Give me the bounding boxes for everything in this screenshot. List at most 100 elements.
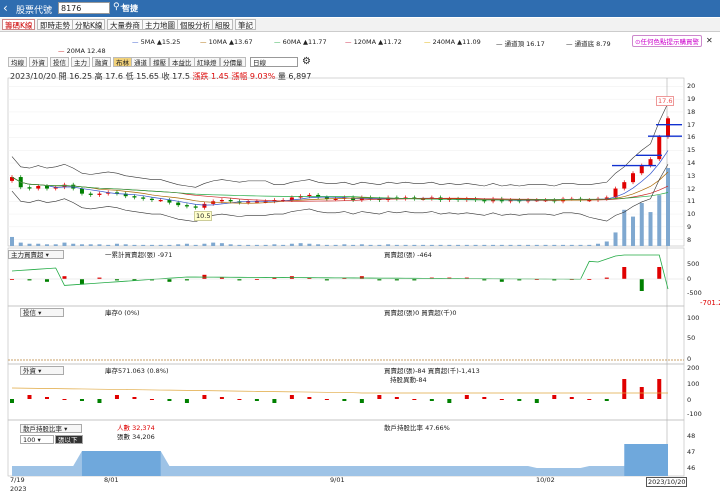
p3-y-4: -100 — [687, 410, 702, 418]
foreign-bar — [342, 399, 347, 401]
volume-bar — [202, 243, 207, 246]
panel3-sub-label: 持股異動-84 — [390, 376, 427, 384]
volume-bar — [289, 243, 294, 246]
main-force-bar — [622, 267, 627, 279]
volume-bar — [613, 232, 618, 246]
volume-bar — [412, 244, 417, 246]
p4-y-3: 46 — [687, 464, 696, 472]
panel1-day-label: 買賣超(張) -464 — [384, 251, 432, 259]
foreign-bar — [377, 395, 382, 399]
panel4-ratio: 散戶持股比率 47.66% — [384, 424, 450, 432]
price-tick: 13 — [687, 171, 696, 180]
volume-bar — [394, 244, 399, 246]
main-force-acc-line — [11, 254, 669, 290]
volume-bar — [403, 244, 408, 246]
candle-body — [202, 203, 207, 208]
price-tick: 14 — [687, 159, 696, 167]
volume-bar — [263, 244, 268, 246]
candle-body — [219, 200, 224, 202]
volume-bar — [106, 244, 111, 246]
candle-body — [184, 205, 189, 207]
panel4-holders: 張數 34,206 — [117, 433, 155, 441]
price-tick: 18 — [687, 107, 696, 116]
panel2-hold-label: 庫存0 (0%) — [105, 309, 140, 317]
foreign-bar — [167, 399, 172, 401]
p4-y-1: 48 — [687, 432, 696, 440]
volume-bar — [71, 243, 76, 246]
price-tick: 17 — [687, 120, 696, 129]
volume-bar — [53, 244, 58, 246]
foreign-bar — [79, 399, 84, 401]
volume-bar — [386, 244, 391, 246]
panel2-selector[interactable]: 投信 ▾ — [20, 308, 64, 317]
volume-bar — [62, 242, 67, 246]
price-tick: 11 — [687, 197, 696, 206]
foreign-bar — [132, 397, 137, 399]
p1-last-value: -701.2 — [700, 299, 720, 307]
max-price-label: 17.6 — [656, 96, 675, 106]
panel3-selector[interactable]: 外資 ▾ — [20, 366, 64, 375]
foreign-bar — [517, 399, 522, 401]
volume-bar — [517, 244, 522, 246]
volume-bar — [604, 241, 609, 246]
p3-y-3: 0 — [687, 396, 692, 404]
foreign-bar — [657, 379, 662, 399]
volume-bar — [324, 244, 329, 246]
foreign-bar — [604, 399, 609, 401]
current-date-label: 2023/10/20 — [646, 477, 688, 487]
volume-bar — [333, 244, 338, 246]
panel2-day-label: 買賣超(張)0 買賣超(千)0 — [384, 309, 457, 317]
main-force-bar — [62, 276, 67, 279]
volume-bar — [176, 244, 181, 246]
foreign-bar — [97, 399, 102, 403]
foreign-bar — [464, 395, 469, 399]
volume-bar — [491, 244, 496, 246]
volume-bar — [219, 243, 224, 246]
candle-body — [228, 200, 233, 202]
foreign-bar — [44, 397, 49, 399]
price-tick: 19 — [687, 95, 696, 104]
foreign-bar — [237, 399, 242, 400]
holders-threshold-select[interactable]: 100 ▾ — [20, 435, 54, 444]
volume-bar — [482, 244, 487, 246]
volume-bar — [587, 244, 592, 246]
price-tick: 15 — [687, 146, 696, 155]
p4-y-2: 47 — [687, 448, 696, 456]
p2-y-mid: 50 — [687, 334, 696, 342]
channel-top-line — [11, 102, 669, 188]
volume-bar — [184, 243, 189, 246]
volume-bar — [421, 244, 426, 246]
volume-bar — [211, 242, 216, 246]
volume-bar — [97, 244, 102, 246]
candle-body — [141, 197, 146, 199]
volume-bar — [237, 244, 242, 246]
panel4-selector[interactable]: 散戶持股比率 ▾ — [20, 424, 82, 433]
volume-bar — [228, 244, 233, 246]
volume-bar — [281, 244, 286, 246]
volume-bar — [158, 244, 163, 246]
candle-body — [27, 187, 32, 189]
panel1-selector[interactable]: 主力買賣超 ▾ — [8, 250, 64, 259]
volume-bar — [499, 244, 504, 246]
foreign-hold-line — [11, 387, 668, 394]
candle-body — [639, 165, 644, 174]
foreign-bar — [114, 395, 119, 399]
volume-bar — [377, 244, 382, 246]
candle-body — [97, 193, 102, 195]
foreign-bar — [324, 399, 329, 400]
volume-bar — [456, 244, 461, 246]
foreign-bar — [219, 397, 224, 399]
candle-body — [167, 200, 172, 203]
candle-body — [631, 173, 636, 183]
volume-bar — [272, 244, 277, 246]
volume-bar — [167, 244, 172, 246]
volume-bar — [438, 244, 443, 246]
volume-bar — [596, 243, 601, 246]
candle-body — [158, 200, 163, 202]
x-date-2: 8/01 — [104, 476, 119, 484]
volume-bar — [27, 243, 32, 246]
price-tick: 12 — [687, 184, 696, 193]
x-date-3: 9/01 — [330, 476, 345, 484]
panel1-acc-label: 一累計買賣超(張) -971 — [105, 251, 173, 259]
below-label[interactable]: 張以下 — [55, 435, 83, 444]
